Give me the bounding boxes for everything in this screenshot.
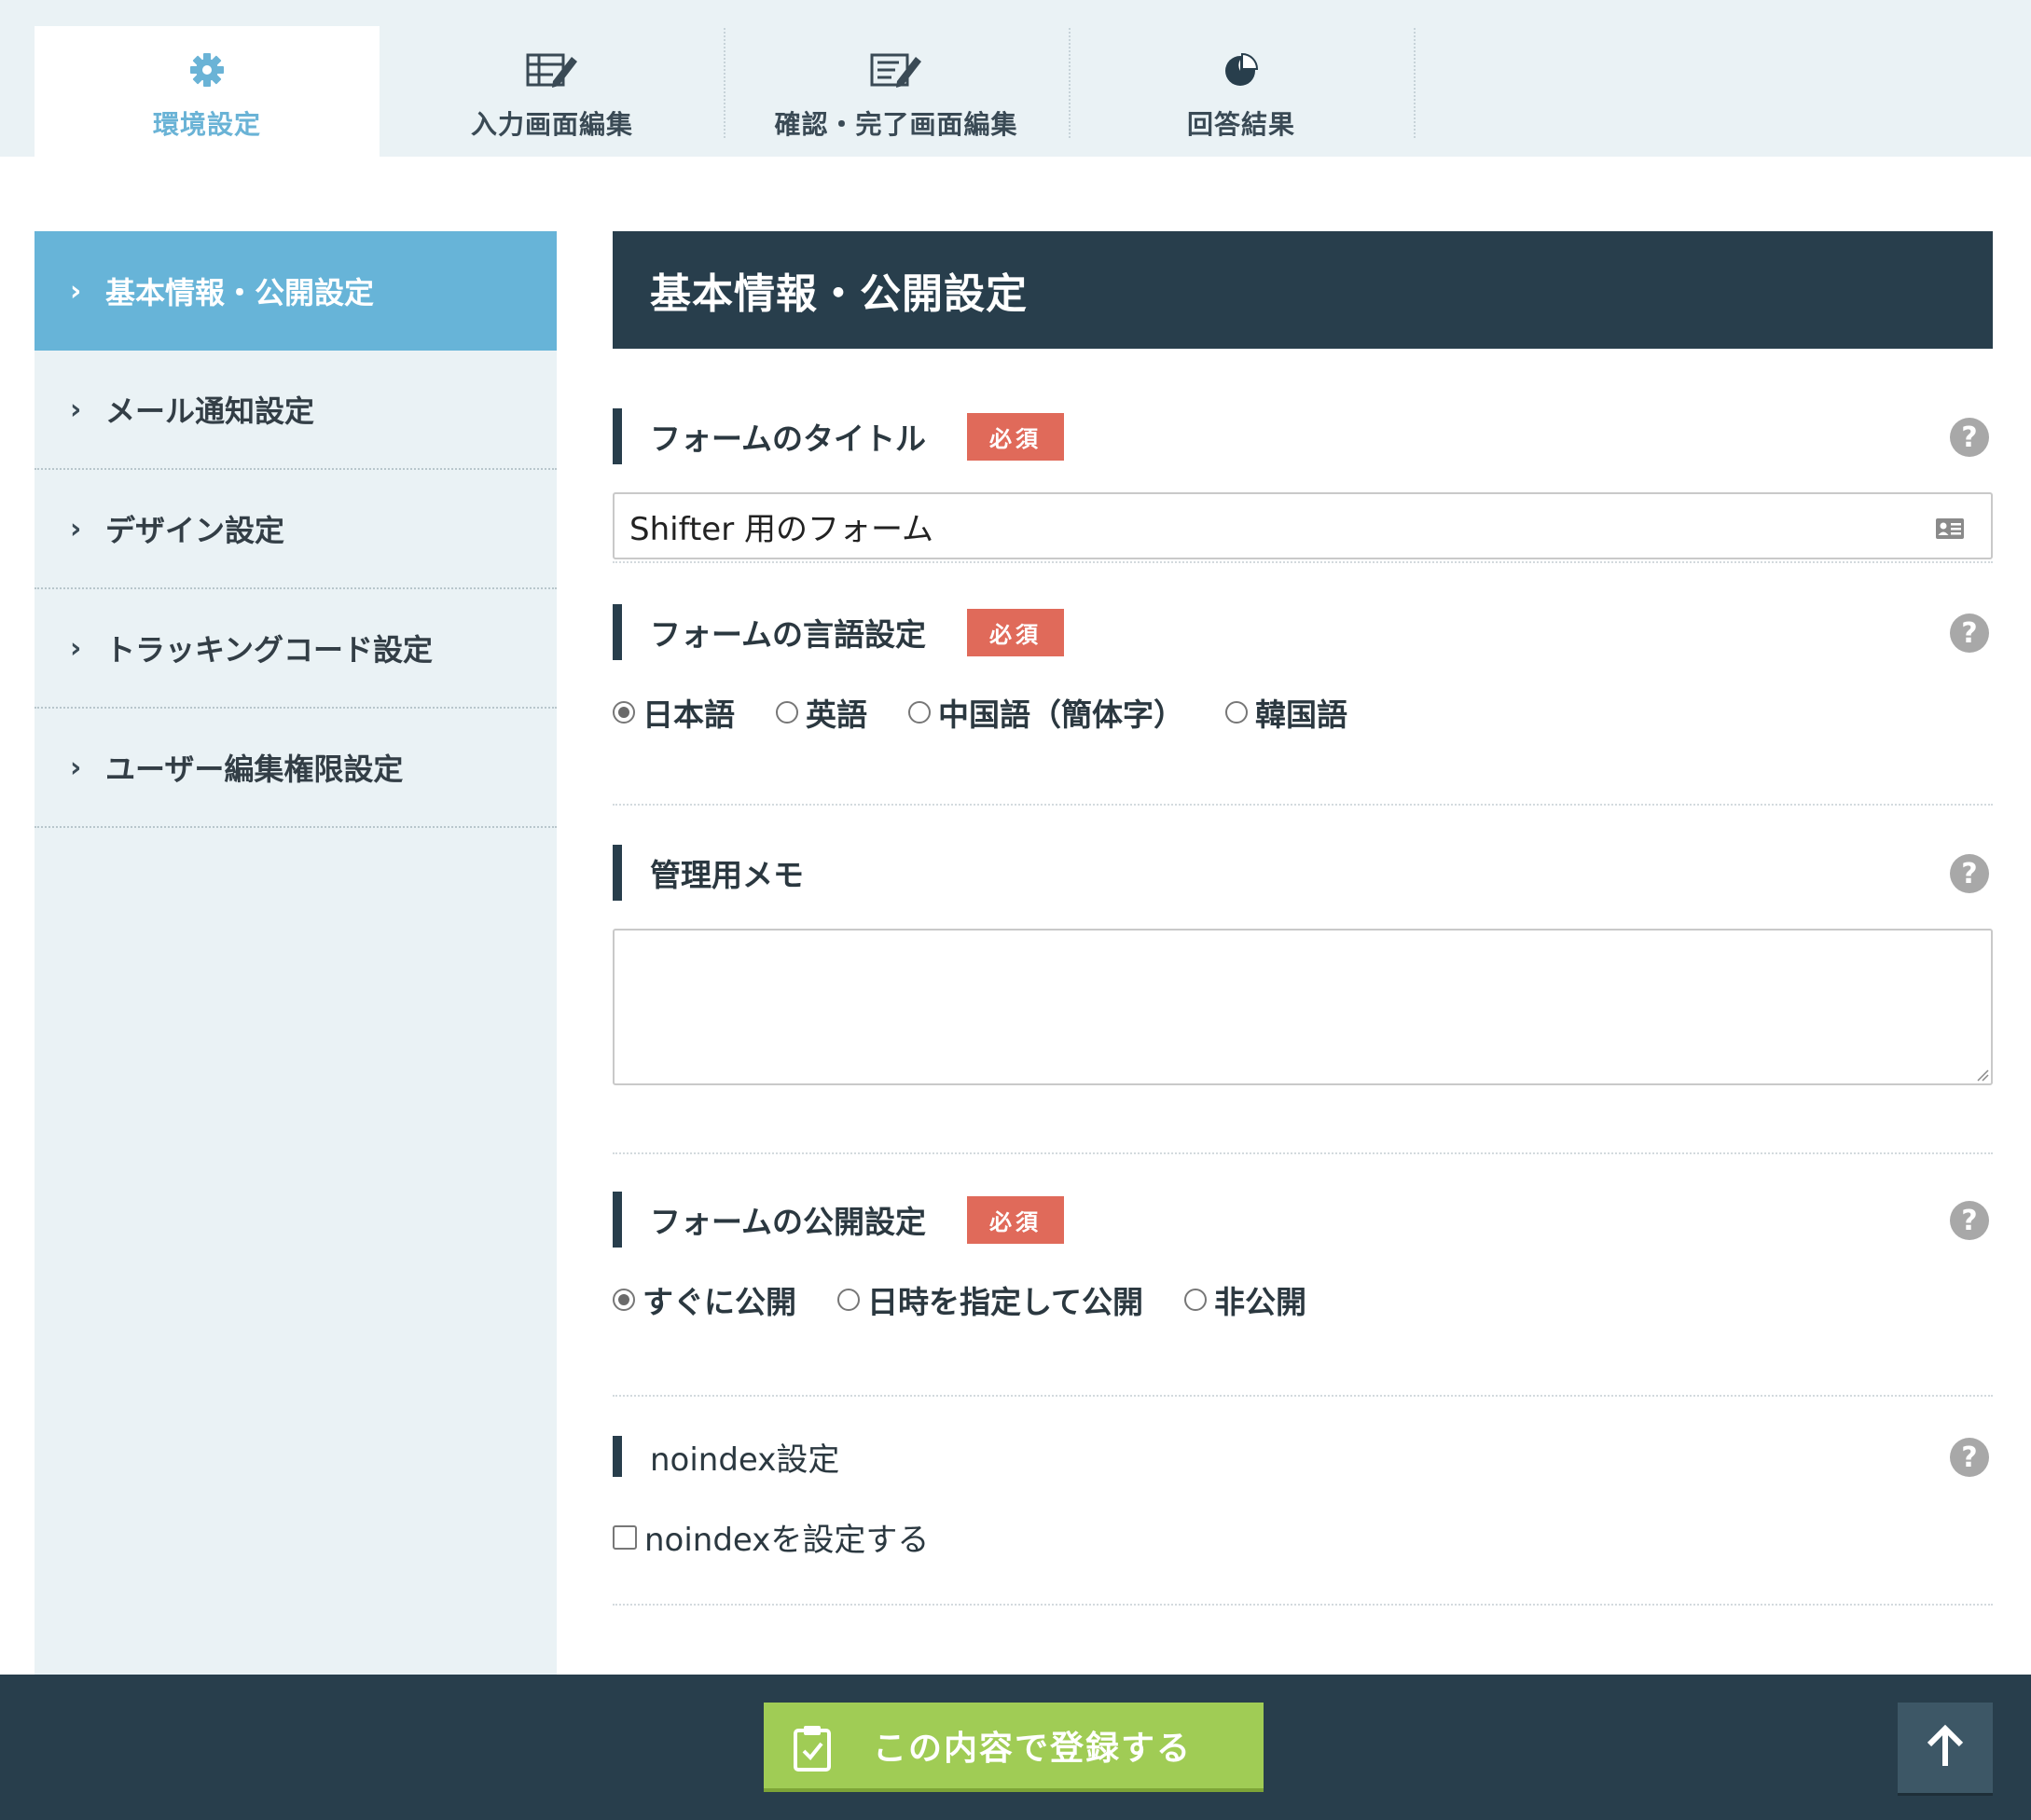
- section-heading: フォームの公開設定 必須 ?: [613, 1192, 1993, 1248]
- tab-label: 入力画面編集: [470, 109, 633, 140]
- sidebar-item-user-permissions[interactable]: › ユーザー編集権限設定: [35, 709, 557, 828]
- top-tab-bar: 環境設定 入力画面編集 確認・完了画面編集 回答結果: [0, 0, 2031, 157]
- help-icon[interactable]: ?: [1950, 1438, 1989, 1477]
- heading-bar: [613, 1192, 622, 1248]
- radio-button[interactable]: [613, 701, 635, 724]
- section-heading: noindex設定 ?: [613, 1436, 1993, 1479]
- help-icon[interactable]: ?: [1950, 1201, 1989, 1240]
- sidebar-item-design[interactable]: › デザイン設定: [35, 470, 557, 589]
- form-title-value: Shifter 用のフォーム: [629, 510, 933, 548]
- heading-bar: [613, 845, 622, 901]
- contact-card-icon: [1935, 513, 1965, 550]
- table-edit-icon: [524, 47, 580, 93]
- sidebar-item-basic-info[interactable]: › 基本情報・公開設定: [35, 231, 557, 351]
- publish-option-now[interactable]: すぐに公開: [613, 1277, 796, 1322]
- memo-textarea[interactable]: [613, 929, 1993, 1085]
- help-icon[interactable]: ?: [1950, 418, 1989, 457]
- noindex-option[interactable]: noindexを設定する: [613, 1514, 1993, 1560]
- main-content: 基本情報・公開設定 フォームのタイトル 必須 ? Shifter 用のフォーム: [613, 231, 1993, 1606]
- tab-label: 確認・完了画面編集: [774, 109, 1018, 140]
- section-memo: 管理用メモ ?: [613, 806, 1993, 1154]
- publish-radio-group: すぐに公開 日時を指定して公開 非公開: [613, 1277, 1993, 1322]
- submit-button[interactable]: この内容で登録する: [764, 1703, 1264, 1792]
- language-option-japanese[interactable]: 日本語: [613, 690, 735, 735]
- pie-chart-icon: [1213, 47, 1269, 93]
- required-badge: 必須: [967, 608, 1065, 656]
- language-option-chinese[interactable]: 中国語（簡体字）: [908, 690, 1184, 735]
- chevron-right-icon: ›: [70, 751, 82, 784]
- radio-label: 日本語: [642, 696, 735, 733]
- footer-bar: この内容で登録する: [0, 1675, 2031, 1820]
- tab-input-screen-edit[interactable]: 入力画面編集: [380, 26, 725, 157]
- section-label: フォームの言語設定: [650, 616, 927, 653]
- tab-environment-settings[interactable]: 環境設定: [35, 26, 380, 157]
- checkbox-label: noindexを設定する: [644, 1522, 930, 1559]
- sidebar-item-mail-notification[interactable]: › メール通知設定: [35, 351, 557, 470]
- section-label: noindex設定: [650, 1441, 840, 1479]
- tab-response-results[interactable]: 回答結果: [1069, 26, 1414, 157]
- sidebar-item-label: 基本情報・公開設定: [105, 275, 375, 310]
- tab-label: 環境設定: [152, 109, 261, 140]
- form-title-input[interactable]: Shifter 用のフォーム: [613, 492, 1993, 559]
- required-badge: 必須: [967, 412, 1065, 461]
- section-language: フォームの言語設定 必須 ? 日本語 英語 中国語（簡体字） 韓国語: [613, 563, 1993, 806]
- section-heading: フォームの言語設定 必須 ?: [613, 604, 1993, 660]
- radio-button[interactable]: [1184, 1289, 1208, 1311]
- radio-label: 韓国語: [1255, 696, 1347, 733]
- radio-button[interactable]: [613, 1289, 635, 1311]
- radio-button[interactable]: [1225, 701, 1248, 724]
- settings-sidebar: › 基本情報・公開設定 › メール通知設定 › デザイン設定 › トラッキングコ…: [35, 231, 557, 1675]
- section-noindex: noindex設定 ? noindexを設定する: [613, 1397, 1993, 1606]
- sidebar-item-label: トラッキングコード設定: [105, 632, 434, 668]
- page-title: 基本情報・公開設定: [613, 231, 1993, 349]
- section-form-title: フォームのタイトル 必須 ? Shifter 用のフォーム: [613, 349, 1993, 563]
- section-publish: フォームの公開設定 必須 ? すぐに公開 日時を指定して公開 非公開: [613, 1154, 1993, 1397]
- section-heading: 管理用メモ ?: [613, 845, 1993, 901]
- section-heading: フォームのタイトル 必須 ?: [613, 408, 1993, 464]
- publish-option-scheduled[interactable]: 日時を指定して公開: [837, 1277, 1143, 1322]
- chevron-right-icon: ›: [70, 393, 82, 426]
- radio-label: 非公開: [1214, 1284, 1307, 1320]
- publish-option-private[interactable]: 非公開: [1184, 1277, 1306, 1322]
- heading-bar: [613, 604, 622, 660]
- radio-label: すぐに公開: [642, 1284, 796, 1320]
- resize-grip-icon[interactable]: [1974, 1067, 1989, 1082]
- submit-label: この内容で登録する: [872, 1730, 1192, 1768]
- heading-bar: [613, 408, 622, 464]
- heading-bar: [613, 1436, 622, 1477]
- chevron-right-icon: ›: [70, 631, 82, 665]
- gear-icon: [179, 47, 235, 93]
- radio-button[interactable]: [776, 701, 798, 724]
- tab-divider: [1414, 28, 1416, 138]
- chevron-right-icon: ›: [70, 274, 82, 308]
- document-edit-icon: [868, 47, 924, 93]
- arrow-up-icon: [1922, 1723, 1969, 1773]
- language-option-english[interactable]: 英語: [776, 690, 867, 735]
- sidebar-item-label: メール通知設定: [105, 393, 315, 429]
- radio-button[interactable]: [837, 1289, 860, 1311]
- section-label: 管理用メモ: [650, 857, 804, 893]
- radio-button[interactable]: [908, 701, 931, 724]
- scroll-to-top-button[interactable]: [1898, 1703, 1993, 1796]
- language-option-korean[interactable]: 韓国語: [1225, 690, 1347, 735]
- tab-label: 回答結果: [1186, 109, 1295, 140]
- required-badge: 必須: [967, 1195, 1065, 1244]
- noindex-checkbox[interactable]: [613, 1524, 637, 1550]
- tab-confirm-complete-edit[interactable]: 確認・完了画面編集: [724, 26, 1069, 157]
- sidebar-item-label: デザイン設定: [105, 513, 285, 548]
- section-label: フォームの公開設定: [650, 1204, 927, 1240]
- help-icon[interactable]: ?: [1950, 854, 1989, 893]
- radio-label: 日時を指定して公開: [867, 1284, 1144, 1320]
- sidebar-item-label: ユーザー編集権限設定: [105, 751, 404, 787]
- radio-label: 英語: [806, 696, 867, 733]
- sidebar-item-tracking-code[interactable]: › トラッキングコード設定: [35, 589, 557, 709]
- chevron-right-icon: ›: [70, 512, 82, 545]
- help-icon[interactable]: ?: [1950, 614, 1989, 653]
- section-label: フォームのタイトル: [650, 421, 927, 457]
- radio-label: 中国語（簡体字）: [938, 696, 1184, 733]
- language-radio-group: 日本語 英語 中国語（簡体字） 韓国語: [613, 690, 1993, 735]
